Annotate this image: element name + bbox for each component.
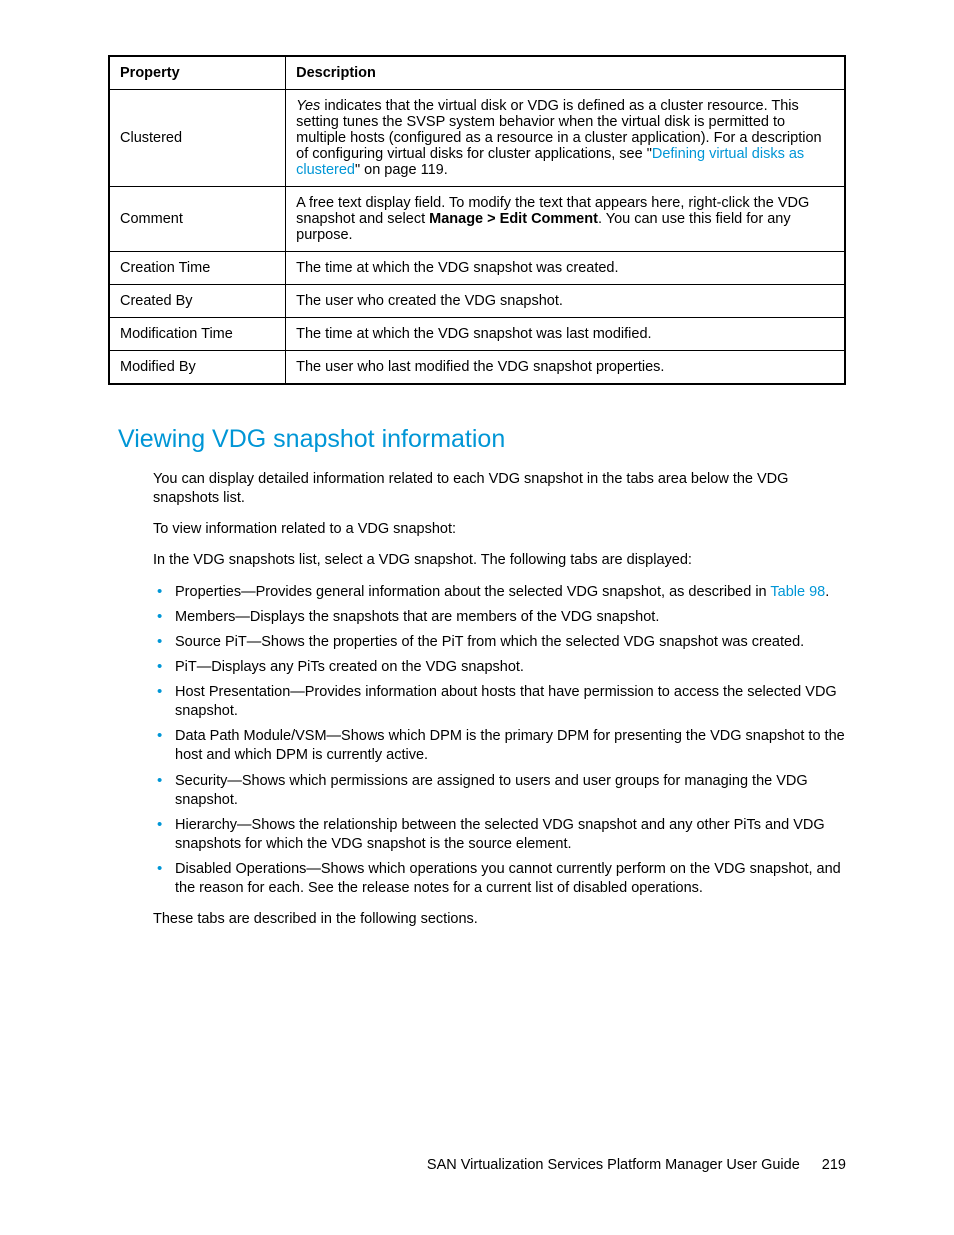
list-item: Security—Shows which permissions are ass… [153,772,846,810]
list-item: Members—Displays the snapshots that are … [153,608,846,627]
paragraph: You can display detailed information rel… [153,470,846,508]
description-cell: Yes indicates that the virtual disk or V… [286,90,845,187]
properties-table: Property Description Clustered Yes indic… [108,55,846,385]
cross-ref-link[interactable]: Table 98 [770,584,825,600]
property-cell: Clustered [109,90,286,187]
text: . [825,584,829,600]
property-cell: Modification Time [109,318,286,351]
table-row: Clustered Yes indicates that the virtual… [109,90,845,187]
italic-text: Yes [296,98,320,114]
table-row: Modification Time The time at which the … [109,318,845,351]
description-cell: The time at which the VDG snapshot was l… [286,318,845,351]
section-heading: Viewing VDG snapshot information [118,423,846,456]
paragraph: To view information related to a VDG sna… [153,520,846,539]
paragraph: In the VDG snapshots list, select a VDG … [153,551,846,570]
text: Properties—Provides general information … [175,584,770,600]
table-header-property: Property [109,56,286,90]
property-cell: Comment [109,187,286,252]
property-cell: Created By [109,285,286,318]
description-cell: The user who last modified the VDG snaps… [286,351,845,385]
table-row: Creation Time The time at which the VDG … [109,252,845,285]
list-item: Properties—Provides general information … [153,583,846,602]
table-header-description: Description [286,56,845,90]
property-cell: Creation Time [109,252,286,285]
bold-text: Manage > Edit Comment [429,211,598,227]
list-item: Source PiT—Shows the properties of the P… [153,633,846,652]
list-item: Hierarchy—Shows the relationship between… [153,816,846,854]
table-row: Comment A free text display field. To mo… [109,187,845,252]
page-footer: SAN Virtualization Services Platform Man… [427,1157,846,1173]
table-row: Created By The user who created the VDG … [109,285,845,318]
description-cell: A free text display field. To modify the… [286,187,845,252]
list-item: PiT—Displays any PiTs created on the VDG… [153,658,846,677]
text: " on page 119. [355,162,448,178]
list-item: Host Presentation—Provides information a… [153,683,846,721]
description-cell: The time at which the VDG snapshot was c… [286,252,845,285]
footer-title: SAN Virtualization Services Platform Man… [427,1157,800,1173]
property-cell: Modified By [109,351,286,385]
table-row: Modified By The user who last modified t… [109,351,845,385]
page-number: 219 [822,1157,846,1173]
description-cell: The user who created the VDG snapshot. [286,285,845,318]
list-item: Disabled Operations—Shows which operatio… [153,860,846,898]
list-item: Data Path Module/VSM—Shows which DPM is … [153,727,846,765]
bullet-list: Properties—Provides general information … [153,583,846,899]
paragraph: These tabs are described in the followin… [153,910,846,929]
